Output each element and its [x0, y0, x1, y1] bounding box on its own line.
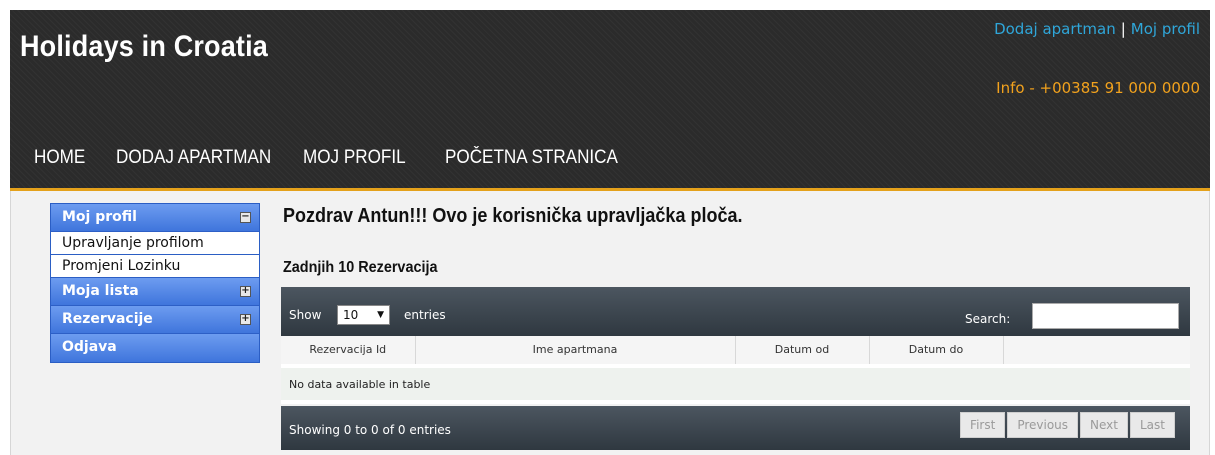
top-link-dodaj-apartman[interactable]: Dodaj apartman: [994, 20, 1116, 38]
expand-icon[interactable]: +: [240, 314, 251, 325]
table-row: No data available in table: [281, 364, 1190, 404]
top-link-moj-profil[interactable]: Moj profil: [1131, 20, 1200, 38]
page-title: Pozdrav Antun!!! Ovo je korisnička uprav…: [283, 205, 743, 227]
reservations-table: Rezervacija Id Ime apartmana Datum od Da…: [281, 336, 1190, 404]
pagination-previous-button[interactable]: Previous: [1007, 412, 1079, 438]
nav-pocetna-stranica[interactable]: POČETNA STRANICA: [445, 147, 618, 169]
sidebar-section-label: Moja lista: [62, 283, 139, 299]
empty-table-message: No data available in table: [281, 364, 1190, 404]
table-info: Showing 0 to 0 of 0 entries: [289, 423, 451, 437]
entries-label: entries: [404, 308, 446, 322]
sidebar-section-moja-lista[interactable]: Moja lista +: [51, 278, 259, 306]
sidebar-section-label: Moj profil: [62, 209, 137, 225]
pagination-next-button[interactable]: Next: [1080, 412, 1128, 438]
entries-length-value: 10: [343, 308, 359, 322]
nav-moj-profil[interactable]: MOJ PROFIL: [303, 147, 431, 169]
column-header-ime-apartmana[interactable]: Ime apartmana: [415, 336, 736, 367]
top-links: Dodaj apartman | Moj profil: [994, 20, 1200, 38]
column-header-datum-do[interactable]: Datum do: [869, 336, 1004, 367]
expand-icon[interactable]: +: [240, 286, 251, 297]
sidebar-item-upravljanje-profilom[interactable]: Upravljanje profilom: [51, 232, 259, 255]
nav-home[interactable]: HOME: [34, 147, 108, 169]
collapse-icon[interactable]: −: [240, 212, 251, 223]
search-input[interactable]: [1032, 303, 1179, 329]
pagination-first-button[interactable]: First: [960, 412, 1006, 438]
column-header-empty: [1003, 336, 1190, 367]
contact-info: Info - +00385 91 000 0000: [996, 79, 1200, 97]
dropdown-arrow-icon: ▼: [377, 310, 384, 320]
table-toolbar-bottom: Showing 0 to 0 of 0 entries First Previou…: [281, 406, 1190, 450]
sidebar-menu: Moj profil − Upravljanje profilom Promje…: [50, 203, 260, 363]
sidebar-section-odjava[interactable]: Odjava: [51, 334, 259, 362]
nav-dodaj-apartman[interactable]: DODAJ APARTMAN: [116, 147, 284, 169]
pagination: First Previous Next Last: [958, 412, 1175, 438]
site-title: Holidays in Croatia: [20, 30, 268, 63]
show-label: Show: [289, 308, 322, 322]
sidebar-section-rezervacije[interactable]: Rezervacije +: [51, 306, 259, 334]
top-link-separator: |: [1120, 20, 1126, 38]
sidebar-item-promjeni-lozinku[interactable]: Promjeni Lozinku: [51, 255, 259, 278]
search-label: Search:: [965, 312, 1011, 326]
entries-length-select[interactable]: 10 ▼: [337, 305, 390, 325]
column-header-rezervacija-id[interactable]: Rezervacija Id: [281, 336, 416, 367]
section-title: Zadnjih 10 Rezervacija: [283, 259, 438, 276]
pagination-last-button[interactable]: Last: [1130, 412, 1175, 438]
sidebar-section-label: Odjava: [62, 339, 117, 355]
main-nav: HOME DODAJ APARTMAN MOJ PROFIL POČETNA STRA…: [34, 147, 637, 169]
table-toolbar-top: Show 10 ▼ entries Search:: [281, 287, 1190, 336]
table-header-row: Rezervacija Id Ime apartmana Datum od Da…: [281, 336, 1190, 367]
column-header-datum-od[interactable]: Datum od: [735, 336, 870, 367]
site-header: Holidays in Croatia Dodaj apartman | Moj p…: [10, 10, 1210, 190]
sidebar-section-label: Rezervacije: [62, 311, 153, 327]
sidebar-section-moj-profil[interactable]: Moj profil −: [51, 204, 259, 232]
